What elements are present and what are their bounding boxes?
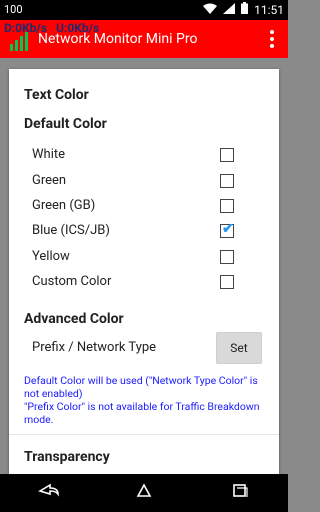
checkbox[interactable] <box>220 199 234 213</box>
app-logo-icon <box>6 28 32 52</box>
status-icons: 11:51 <box>203 2 284 17</box>
recents-icon[interactable] <box>228 482 252 504</box>
app-bar: D:0Kb/s U:0Kb/s Network Monitor Mini Pro <box>0 20 288 58</box>
text-color-dialog: Text Color Default Color White Green Gre… <box>9 69 279 474</box>
option-label: Custom Color <box>32 274 112 289</box>
info-note: Default Color will be used ("Network Typ… <box>24 374 260 426</box>
cell-signal-icon <box>223 2 236 17</box>
checkbox[interactable] <box>220 148 234 162</box>
battery-icon <box>241 2 249 17</box>
option-label: Green (GB) <box>32 198 96 213</box>
status-bar: 100 11:51 <box>0 0 288 20</box>
wifi-icon <box>203 3 218 17</box>
checkbox[interactable] <box>220 174 234 188</box>
divider <box>9 434 279 435</box>
navigation-bar <box>0 474 288 512</box>
option-label: Blue (ICS/JB) <box>32 223 110 238</box>
status-left-text: 100 <box>4 3 23 16</box>
option-label: Green <box>32 173 67 188</box>
text-color-title: Text Color <box>24 87 89 103</box>
checkbox[interactable] <box>220 275 234 289</box>
option-label: Yellow <box>32 249 70 264</box>
overflow-menu-icon[interactable] <box>270 30 274 48</box>
checkmark-icon: ✔ <box>222 221 234 237</box>
set-button[interactable]: Set <box>216 332 262 364</box>
checkbox-checked[interactable]: ✔ <box>220 221 234 238</box>
status-time: 11:51 <box>254 2 284 17</box>
advanced-color-title: Advanced Color <box>24 311 124 327</box>
prefix-network-type-label: Prefix / Network Type <box>32 340 157 355</box>
default-color-title: Default Color <box>24 116 107 132</box>
option-label: White <box>32 147 66 162</box>
app-title: Network Monitor Mini Pro <box>38 31 198 47</box>
checkbox[interactable] <box>220 250 234 264</box>
transparency-title: Transparency <box>24 449 110 465</box>
back-icon[interactable] <box>36 482 60 504</box>
home-icon[interactable] <box>132 482 156 504</box>
